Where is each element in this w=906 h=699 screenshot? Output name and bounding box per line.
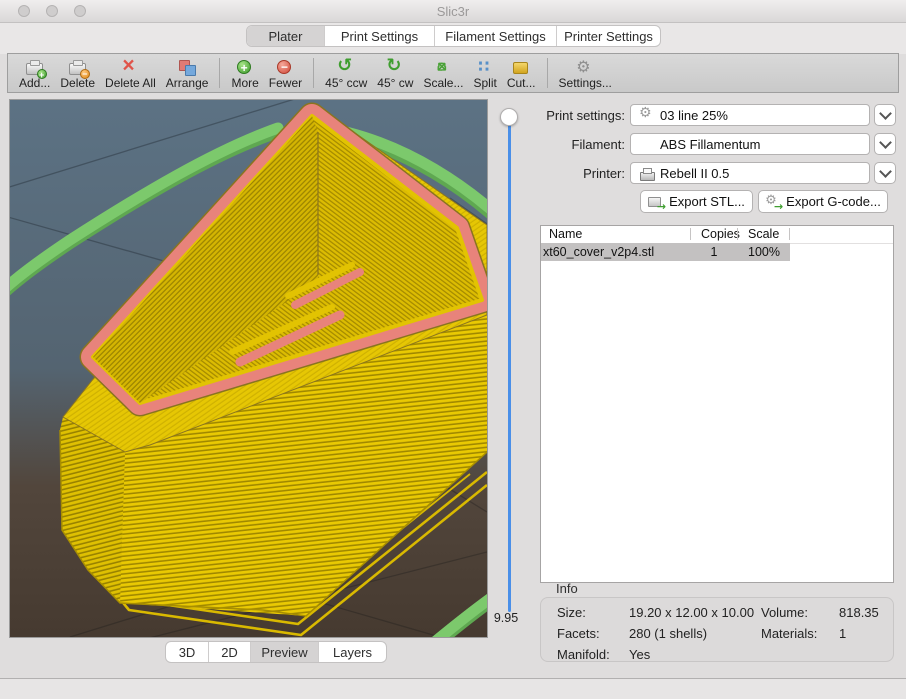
column-header-copies[interactable]: Copies [701, 227, 740, 241]
toolbar: Add... Delete Delete All Arrange More Fe… [7, 53, 899, 93]
tab-filament-settings[interactable]: Filament Settings [435, 26, 557, 46]
toolbar-separator [219, 58, 220, 88]
filament-dropdown-button[interactable] [874, 133, 896, 155]
scale-button[interactable]: Scale... [423, 54, 463, 90]
fewer-minus-icon [275, 58, 295, 77]
delete-all-button[interactable]: Delete All [105, 54, 156, 90]
object-table[interactable]: Name Copies Scale xt60_cover_v2p4.stl 1 … [540, 225, 894, 583]
volume-value: 818.35 [839, 605, 879, 620]
printer-value: Rebell II 0.5 [660, 166, 729, 181]
printer-combo[interactable]: Rebell II 0.5 [630, 162, 870, 184]
table-row[interactable]: xt60_cover_v2p4.stl 1 100% [541, 243, 790, 261]
view-tab-layers[interactable]: Layers [319, 642, 386, 662]
cell-scale: 100% [748, 245, 780, 259]
more-button[interactable]: More [231, 54, 258, 90]
toolbar-separator [313, 58, 314, 88]
facets-value: 280 (1 shells) [629, 626, 707, 641]
export-stl-button[interactable]: Export STL... [640, 190, 753, 213]
manifold-label: Manifold: [557, 647, 610, 662]
rotate-cw-icon [385, 58, 405, 77]
rotate-ccw-button[interactable]: 45° ccw [325, 54, 367, 90]
size-label: Size: [557, 605, 586, 620]
view-tab-preview[interactable]: Preview [251, 642, 319, 662]
printer-dropdown-button[interactable] [874, 162, 896, 184]
column-divider[interactable] [690, 228, 691, 240]
size-value: 19.20 x 12.00 x 10.00 [629, 605, 754, 620]
materials-label: Materials: [761, 626, 817, 641]
filament-value: ABS Fillamentum [660, 137, 760, 152]
gear-icon [639, 108, 656, 123]
delete-all-icon [120, 58, 140, 77]
print-settings-combo[interactable]: 03 line 25% [630, 104, 870, 126]
layer-slider-track[interactable] [508, 118, 511, 612]
scale-arrows-icon [433, 58, 453, 77]
settings-button[interactable]: Settings... [559, 54, 612, 90]
filament-label: Filament: [537, 137, 625, 152]
fewer-button[interactable]: Fewer [269, 54, 302, 90]
slic3r-window: Slic3r Plater Print Settings Filament Se… [0, 0, 906, 699]
info-section-title: Info [556, 581, 578, 596]
viewport-canvas[interactable] [10, 100, 487, 637]
chevron-down-icon [879, 136, 892, 149]
materials-value: 1 [839, 626, 846, 641]
cell-copies: 1 [691, 245, 737, 259]
facets-label: Facets: [557, 626, 600, 641]
arrange-button[interactable]: Arrange [166, 54, 209, 90]
column-divider[interactable] [737, 228, 738, 240]
print-settings-label: Print settings: [537, 108, 625, 123]
column-divider[interactable] [789, 228, 790, 240]
tab-print-settings[interactable]: Print Settings [325, 26, 435, 46]
filament-combo[interactable]: ABS Fillamentum [630, 133, 870, 155]
status-bar [0, 678, 906, 699]
export-gcode-icon [765, 195, 781, 209]
cell-name: xt60_cover_v2p4.stl [543, 245, 654, 259]
chevron-down-icon [879, 107, 892, 120]
view-mode-bar: 3D 2D Preview Layers [165, 641, 387, 663]
settings-gear-icon [575, 58, 595, 77]
view-tab-2d[interactable]: 2D [209, 642, 251, 662]
layer-slider-value: 9.95 [486, 611, 526, 625]
toolbar-separator [547, 58, 548, 88]
cut-box-icon [511, 58, 531, 77]
viewport-panel [9, 99, 488, 638]
rotate-ccw-icon [336, 58, 356, 77]
tab-printer-settings[interactable]: Printer Settings [557, 26, 660, 46]
print-settings-value: 03 line 25% [660, 108, 728, 123]
title-bar: Slic3r [0, 0, 906, 23]
volume-label: Volume: [761, 605, 808, 620]
window-title: Slic3r [0, 4, 906, 19]
printer-label: Printer: [537, 166, 625, 181]
layer-slider-thumb[interactable] [500, 108, 518, 126]
table-header: Name Copies Scale [541, 226, 893, 244]
arrange-cubes-icon [177, 58, 197, 77]
info-box: Size: 19.20 x 12.00 x 10.00 Volume: 818.… [540, 597, 894, 662]
print-settings-dropdown-button[interactable] [874, 104, 896, 126]
delete-box-icon [68, 58, 88, 77]
add-button[interactable]: Add... [19, 54, 50, 90]
split-button[interactable]: Split [473, 54, 496, 90]
tab-plater[interactable]: Plater [247, 26, 325, 46]
export-gcode-button[interactable]: Export G-code... [758, 190, 888, 213]
column-header-name[interactable]: Name [549, 227, 582, 241]
view-tab-3d[interactable]: 3D [166, 642, 209, 662]
column-header-scale[interactable]: Scale [748, 227, 779, 241]
more-plus-icon [235, 58, 255, 77]
rotate-cw-button[interactable]: 45° cw [377, 54, 413, 90]
export-stl-icon [648, 195, 664, 209]
printer-icon [639, 166, 656, 181]
split-dots-icon [475, 58, 495, 77]
add-box-icon [25, 58, 45, 77]
manifold-value: Yes [629, 647, 650, 662]
main-tab-bar: Plater Print Settings Filament Settings … [246, 25, 661, 47]
delete-button[interactable]: Delete [60, 54, 95, 90]
cut-button[interactable]: Cut... [507, 54, 536, 90]
chevron-down-icon [879, 165, 892, 178]
tab-strip: Plater Print Settings Filament Settings … [0, 23, 906, 54]
